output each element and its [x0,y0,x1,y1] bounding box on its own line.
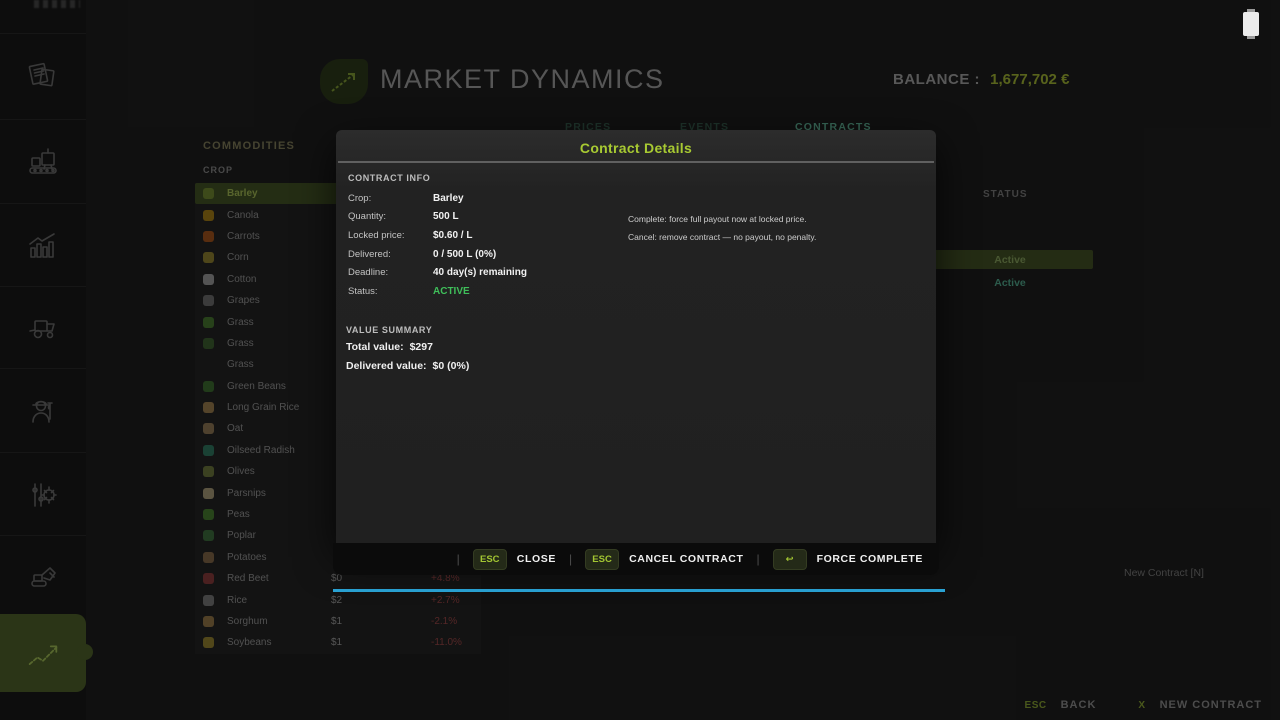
battery-icon [1243,12,1259,36]
modal-button[interactable]: ESC CANCEL CONTRACT [556,549,744,570]
field-value: 0 / 500 L (0%) [433,249,496,260]
total-value-label: Total value: [346,341,404,353]
contract-field-row: Deadline: 40 day(s) remaining [348,263,648,282]
field-value: 500 L [433,211,459,222]
contract-details-modal: Contract Details CONTRACT INFO Crop: Bar… [336,130,936,543]
delivered-value: $0 (0%) [433,360,470,372]
total-value-line: Total value: $297 [346,341,433,353]
selection-underline [333,589,945,592]
modal-button-label: CANCEL CONTRACT [629,553,743,565]
contract-field-row: Quantity: 500 L [348,208,648,227]
delivered-value-line: Delivered value: $0 (0%) [346,360,469,372]
field-value: Barley [433,193,464,204]
field-label: Status: [348,286,433,297]
field-label: Delivered: [348,249,433,260]
key-badge: ESC [585,549,619,570]
field-value: ACTIVE [433,286,470,297]
contract-field-row: Crop: Barley [348,189,648,208]
modal-help-text: Complete: force full payout now at locke… [628,210,816,246]
key-badge: ESC [473,549,507,570]
contract-field-row: Status: ACTIVE [348,282,648,301]
field-label: Crop: [348,193,433,204]
key-badge: ↩ [773,549,807,570]
help-line-complete: Complete: force full payout now at locke… [628,210,816,228]
modal-title: Contract Details [336,140,936,156]
field-label: Deadline: [348,267,433,278]
field-value: $0.60 / L [433,230,472,241]
field-label: Quantity: [348,211,433,222]
modal-button-label: CLOSE [517,553,556,565]
modal-button-label: FORCE COMPLETE [817,553,923,565]
contract-field-row: Locked price: $0.60 / L [348,226,648,245]
modal-title-divider [338,161,934,163]
contract-info-section-header: CONTRACT INFO [348,173,430,183]
modal-button[interactable]: ESC CLOSE [444,549,556,570]
total-value: $297 [410,341,433,353]
value-summary-section-header: VALUE SUMMARY [346,325,432,335]
field-label: Locked price: [348,230,433,241]
modal-button-bar: ESC CLOSE ESC CANCEL CONTRACT ↩ FORCE CO… [333,543,939,575]
modal-button[interactable]: ↩ FORCE COMPLETE [743,549,923,570]
help-line-cancel: Cancel: remove contract — no payout, no … [628,228,816,246]
contract-field-row: Delivered: 0 / 500 L (0%) [348,245,648,264]
contract-fields: Crop: Barley Quantity: 500 L Locked pric… [348,189,648,301]
screen: MARKET DYNAMICS BALANCE : 1,677,702 € PR… [0,0,1280,720]
field-value: 40 day(s) remaining [433,267,527,278]
delivered-value-label: Delivered value: [346,360,427,372]
